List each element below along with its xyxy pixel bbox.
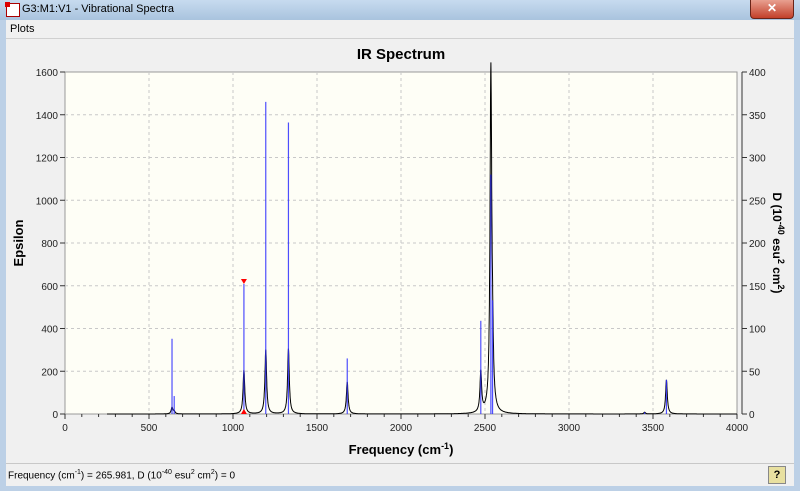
ir-spectrum-chart[interactable]: IR Spectrum0 500 1000 1500 2000 2500 3000 3500 4… [6,39,794,463]
status-text: Frequency (cm-1) = 265.981, D (10-40 esu… [8,469,235,481]
status-bar: Frequency (cm-1) = 265.981, D (10-40 esu… [6,463,794,486]
y2-tick-label: 300 [749,154,766,165]
plot-panel: IR Spectrum 0 500 1000 1500 2000 2500 3000 3500 4… [6,39,794,463]
title-bar[interactable]: G3:M1:V1 - Vibrational Spectra ✕ [0,0,800,20]
y-tick-label: 600 [41,282,58,293]
status-text-part: esu [171,470,191,482]
menu-bar: Plots [6,20,794,39]
y2-tick-label: 50 [749,367,761,378]
y-tick-label: 200 [41,367,58,378]
help-button[interactable]: ? [768,466,786,484]
y-tick-label: 0 [52,410,58,421]
y-tick-label: 1200 [36,154,59,165]
y2-tick-label: 400 [749,68,766,79]
app-window: G3:M1:V1 - Vibrational Spectra ✕ Plots I… [0,0,800,491]
x-tick-label: 2000 [390,423,413,434]
x-tick-label: 0 [62,423,68,434]
status-text-part: ) = 0 [214,470,236,482]
y-axis-label: Epsilon [11,219,26,266]
y-tick-label: 1600 [36,68,59,79]
y2-tick-label: 250 [749,196,766,207]
window-title: G3:M1:V1 - Vibrational Spectra [22,3,175,15]
y2-tick-label: 200 [749,239,766,250]
status-text-part: cm [194,470,211,482]
y2-tick-label: 350 [749,111,766,122]
y2-axis-label: D (10-40 esu2 cm2) [770,192,786,293]
x-tick-label: 1000 [222,423,245,434]
y2-tick-label: 100 [749,325,766,336]
close-button[interactable]: ✕ [750,0,794,19]
x-tick-label: 3000 [558,423,581,434]
status-text-part: ) = 265.981, D (10 [80,470,162,482]
y-tick-label: 400 [41,325,58,336]
y2-tick-label: 0 [749,410,755,421]
x-tick-label: 3500 [642,423,665,434]
y-tick-label: 1000 [36,196,59,207]
x-tick-label: 2500 [474,423,497,434]
x-tick-label: 1500 [306,423,329,434]
x-tick-label: 500 [141,423,158,434]
x-axis-label: Frequency (cm-1) [349,441,454,457]
y2-tick-label: 150 [749,282,766,293]
menu-plots[interactable]: Plots [10,23,34,35]
chart-title: IR Spectrum [357,46,445,63]
status-superscript: -40 [161,469,172,476]
y-tick-label: 1400 [36,111,59,122]
y-tick-label: 800 [41,239,58,250]
x-tick-label: 4000 [726,423,749,434]
app-icon [5,2,20,17]
status-text-part: Frequency (cm [8,470,75,482]
